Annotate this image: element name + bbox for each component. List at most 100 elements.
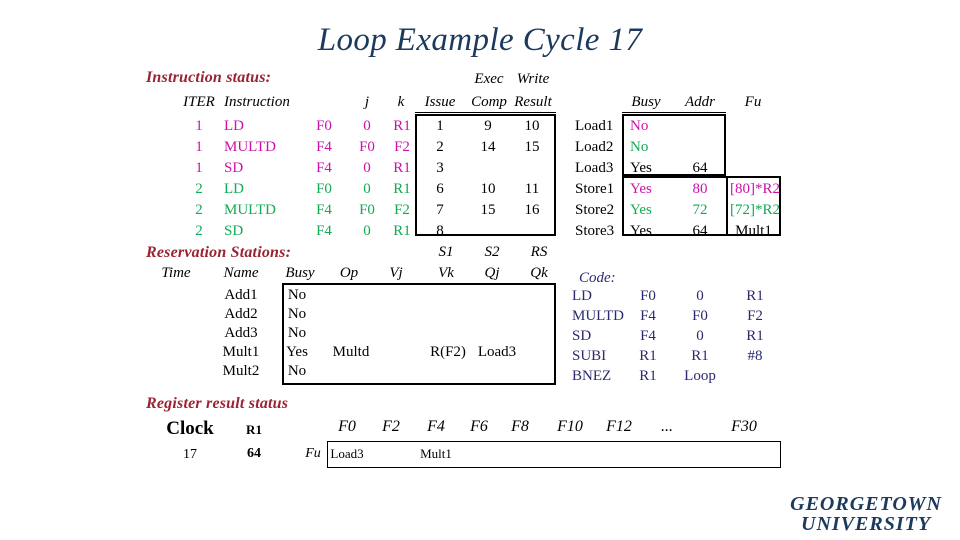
instr-row-3-comp: 10 [480, 181, 496, 197]
instr-row-1-issue: 2 [436, 139, 444, 155]
instr-row-1-j: F0 [359, 139, 375, 155]
instr-row-3-k: R1 [393, 181, 411, 197]
lsu-row-1-busy: No [630, 139, 649, 155]
code-line-4-op: BNEZ [572, 368, 612, 384]
register-header-ellipsis: ... [661, 418, 673, 435]
instr-row-1-comp: 14 [480, 139, 496, 155]
georgetown-logo: GEORGETOWN UNIVERSITY [790, 494, 942, 534]
r1-label: R1 [246, 422, 262, 437]
rs-col-header-name: Name [223, 265, 259, 281]
rs-row-2-name: Add3 [224, 325, 258, 341]
instr-row-5-k: R1 [393, 223, 411, 239]
instr-row-0-result: 10 [524, 118, 540, 134]
col-header-iter: ITER [183, 94, 215, 110]
instr-row-4-result: 16 [524, 202, 540, 218]
col-header-write-result: Result [514, 94, 552, 110]
register-header-F2: F2 [382, 418, 400, 435]
lsu-row-3-fu: [80]*R2 [730, 181, 780, 197]
rs-row-1-name: Add2 [224, 306, 258, 322]
code-line-1-arg2: F0 [692, 308, 708, 324]
instr-row-0-k: R1 [393, 118, 411, 134]
instr-row-3-issue: 6 [436, 181, 444, 197]
instr-row-4-issue: 7 [436, 202, 444, 218]
lsu-row-2-name: Load3 [575, 160, 614, 176]
code-line-4-arg2: Loop [684, 368, 716, 384]
rs-col-header-op: Op [339, 265, 359, 281]
register-header-F8: F8 [511, 418, 529, 435]
rs-row-1-busy: No [287, 306, 307, 322]
code-line-2-arg2: 0 [696, 328, 704, 344]
col-header-fu: Fu [744, 94, 762, 110]
instr-row-3-op: LD [224, 181, 244, 197]
instr-row-1-iter: 1 [195, 139, 203, 155]
instr-row-2-k: R1 [393, 160, 411, 176]
code-line-3-op: SUBI [572, 348, 607, 364]
instr-row-4-k: F2 [394, 202, 410, 218]
instr-row-2-op: SD [224, 160, 244, 176]
code-line-1-op: MULTD [572, 308, 624, 324]
clock-value: 17 [183, 447, 197, 462]
logo-line-2: UNIVERSITY [801, 513, 932, 535]
col-header-exec-comp: Comp [471, 94, 507, 110]
instr-row-1-result: 15 [524, 139, 540, 155]
lsu-row-2-busy: Yes [630, 160, 652, 176]
register-header-F12: F12 [606, 418, 632, 435]
lsu-row-5-fu: Mult1 [735, 223, 772, 239]
register-fu-0: Load3 [330, 446, 364, 461]
instr-row-2-dest: F4 [316, 160, 332, 176]
lsu-row-4-name: Store2 [575, 202, 615, 218]
lsu-row-5-addr: 64 [692, 223, 708, 239]
rs-col-header-vk: Vk [438, 265, 454, 281]
rs-row-0-name: Add1 [224, 287, 258, 303]
store-fu-column-divider [726, 176, 728, 236]
instr-row-2-iter: 1 [195, 160, 203, 176]
code-line-0-arg1: F0 [640, 288, 656, 304]
lsu-row-0-name: Load1 [575, 118, 614, 134]
lsu-row-3-busy: Yes [630, 181, 652, 197]
col-header-issue: Issue [424, 94, 456, 110]
instr-row-3-result: 11 [524, 181, 540, 197]
code-line-4-arg1: R1 [639, 368, 657, 384]
col-header-busy: Busy [631, 94, 661, 110]
instr-row-5-iter: 2 [195, 223, 203, 239]
exec-group-header: Exec [474, 71, 504, 87]
code-line-1-arg3: F2 [747, 308, 763, 324]
instr-row-4-j: F0 [359, 202, 375, 218]
register-fu-2: Mult1 [420, 446, 452, 461]
code-line-0-op: LD [572, 288, 592, 304]
reservation-stations-table-box [282, 283, 556, 385]
lsu-row-1-name: Load2 [575, 139, 614, 155]
register-header-F10: F10 [557, 418, 583, 435]
lsu-row-5-name: Store3 [575, 223, 615, 239]
instr-row-0-dest: F0 [316, 118, 332, 134]
instr-row-0-issue: 1 [436, 118, 444, 134]
col-header-instruction: Instruction [224, 94, 290, 110]
rs-col-header-qj: Qj [484, 265, 500, 281]
lsu-row-4-fu: [72]*R2 [730, 202, 780, 218]
col-header-j: j [364, 94, 370, 110]
lsu-row-4-busy: Yes [630, 202, 652, 218]
fu-row-label: Fu [305, 446, 321, 461]
register-result-status-heading: Register result status [146, 395, 289, 412]
code-line-2-op: SD [572, 328, 592, 344]
clock-label: Clock [166, 418, 214, 439]
rs-group-header-rs: RS [530, 244, 548, 260]
rs-row-3-busy: Yes [286, 344, 308, 360]
lsu-row-5-busy: Yes [630, 223, 652, 239]
instr-row-0-op: LD [224, 118, 244, 134]
code-line-1-arg1: F4 [640, 308, 656, 324]
instr-row-4-dest: F4 [316, 202, 332, 218]
rs-col-header-busy: Busy [285, 265, 315, 281]
instr-row-4-comp: 15 [480, 202, 496, 218]
instr-row-5-dest: F4 [316, 223, 332, 239]
code-line-0-arg3: R1 [746, 288, 764, 304]
instr-row-2-issue: 3 [436, 160, 444, 176]
code-line-3-arg2: R1 [691, 348, 709, 364]
rs-col-header-qk: Qk [530, 265, 548, 281]
busy-addr-header-rule [622, 112, 726, 113]
rs-row-3-vk: R(F2) [430, 344, 466, 360]
code-line-0-arg2: 0 [696, 288, 704, 304]
instr-row-0-comp: 9 [484, 118, 492, 134]
register-header-F0: F0 [338, 418, 356, 435]
rs-group-header-s1: S1 [438, 244, 454, 260]
